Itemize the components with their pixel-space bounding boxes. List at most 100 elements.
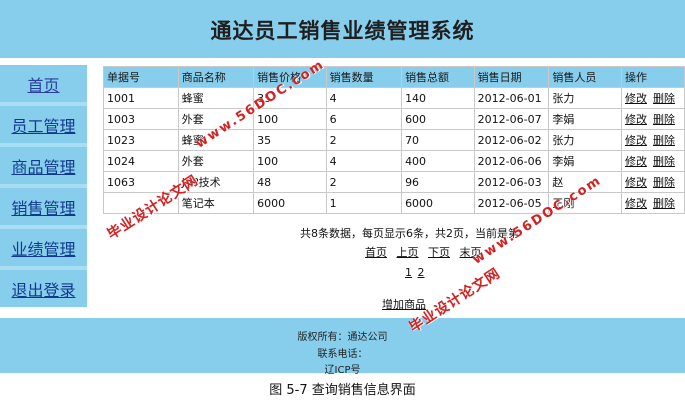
pagination-controls: 首页 上页 下页 末页 bbox=[365, 244, 488, 260]
cell-quantity: 4 bbox=[325, 150, 403, 172]
last-page-link[interactable]: 末页 bbox=[460, 246, 482, 259]
table-header-row: 单据号 商品名称 销售价格 销售数量 销售总额 销售日期 销售人员 操作 bbox=[103, 66, 685, 88]
cell-total: 96 bbox=[401, 171, 475, 193]
cell-product-name: 笔记本 bbox=[177, 192, 255, 214]
footer-contact: 联系电话： bbox=[317, 349, 368, 360]
prev-page-link[interactable]: 上页 bbox=[397, 246, 419, 259]
cell-date: 2012-06-02 bbox=[473, 129, 550, 151]
cell-price: 35 bbox=[253, 87, 327, 109]
column-header-date: 销售日期 bbox=[473, 66, 550, 88]
column-header-total: 销售总额 bbox=[401, 66, 475, 88]
cell-actions: 修改 删除 bbox=[620, 87, 685, 109]
edit-link[interactable]: 修改 bbox=[625, 197, 647, 210]
figure-caption: 图 5-7 查询销售信息界面 bbox=[269, 383, 416, 398]
column-header-actions: 操作 bbox=[620, 66, 685, 88]
cell-date: 2012-06-06 bbox=[473, 150, 550, 172]
next-page-link[interactable]: 下页 bbox=[428, 246, 450, 259]
sidebar-item-logout[interactable]: 退出登录 bbox=[0, 270, 87, 307]
cell-price: 35 bbox=[253, 129, 327, 151]
cell-total: 140 bbox=[401, 87, 475, 109]
system-title: 通达员工销售业绩管理系统 bbox=[210, 19, 475, 43]
cell-total: 6000 bbox=[401, 192, 475, 214]
edit-link[interactable]: 修改 bbox=[625, 113, 647, 126]
page-header: 通达员工销售业绩管理系统 bbox=[0, 0, 685, 58]
sidebar: 首页 员工管理 商品管理 销售管理 业绩管理 退出登录 bbox=[0, 65, 87, 307]
cell-id: 1063 bbox=[103, 171, 179, 193]
cell-quantity: 2 bbox=[325, 171, 403, 193]
cell-actions: 修改 删除 bbox=[620, 150, 685, 172]
page-number-link[interactable]: 2 bbox=[418, 266, 425, 279]
cell-price: 6000 bbox=[253, 192, 327, 214]
column-header-salesperson: 销售人员 bbox=[548, 66, 622, 88]
delete-link[interactable]: 删除 bbox=[653, 155, 675, 168]
edit-link[interactable]: 修改 bbox=[625, 176, 647, 189]
cell-id: 1024 bbox=[103, 150, 179, 172]
first-page-link[interactable]: 首页 bbox=[365, 246, 387, 259]
page-number-link[interactable]: 1 bbox=[405, 266, 412, 279]
sales-table-container: 单据号 商品名称 销售价格 销售数量 销售总额 销售日期 销售人员 操作 100… bbox=[103, 66, 685, 214]
cell-quantity: 4 bbox=[325, 87, 403, 109]
cell-salesperson: 王刚 bbox=[548, 192, 622, 214]
column-header-product-name: 商品名称 bbox=[177, 66, 255, 88]
cell-date: 2012-06-03 bbox=[473, 171, 550, 193]
cell-actions: 修改 删除 bbox=[620, 192, 685, 214]
cell-product-name: JSP技术 bbox=[177, 171, 255, 193]
cell-total: 400 bbox=[401, 150, 475, 172]
table-row: 1003 外套 100 6 600 2012-06-07 李娟 修改 删除 bbox=[103, 108, 685, 130]
sidebar-item-home[interactable]: 首页 bbox=[0, 65, 87, 102]
sidebar-item-sales-management[interactable]: 销售管理 bbox=[0, 188, 87, 225]
column-header-id: 单据号 bbox=[103, 66, 179, 88]
cell-salesperson: 张力 bbox=[548, 87, 622, 109]
cell-price: 100 bbox=[253, 108, 327, 130]
cell-product-name: 蜂蜜 bbox=[177, 129, 255, 151]
add-product-link[interactable]: 增加商品 bbox=[382, 296, 426, 312]
cell-total: 70 bbox=[401, 129, 475, 151]
cell-id: 1003 bbox=[103, 108, 179, 130]
cell-actions: 修改 删除 bbox=[620, 129, 685, 151]
delete-link[interactable]: 删除 bbox=[653, 134, 675, 147]
page-number-list: 1 2 bbox=[405, 266, 427, 279]
cell-salesperson: 张力 bbox=[548, 129, 622, 151]
cell-actions: 修改 删除 bbox=[620, 171, 685, 193]
cell-product-name: 蜂蜜 bbox=[177, 87, 255, 109]
footer-copyright: 版权所有：通达公司 bbox=[297, 332, 388, 343]
column-header-price: 销售价格 bbox=[253, 66, 327, 88]
cell-total: 600 bbox=[401, 108, 475, 130]
table-row: 1063 JSP技术 48 2 96 2012-06-03 赵 修改 删除 bbox=[103, 171, 685, 193]
sidebar-item-employee-management[interactable]: 员工管理 bbox=[0, 106, 87, 143]
delete-link[interactable]: 删除 bbox=[653, 113, 675, 126]
page-footer: 版权所有：通达公司 联系电话： 辽ICP号 bbox=[0, 318, 685, 376]
cell-salesperson: 李娟 bbox=[548, 150, 622, 172]
cell-date: 2012-06-05 bbox=[473, 192, 550, 214]
cell-date: 2012-06-07 bbox=[473, 108, 550, 130]
edit-link[interactable]: 修改 bbox=[625, 155, 647, 168]
pagination-summary: 共8条数据，每页显示6条，共2页，当前是第 bbox=[300, 227, 519, 240]
sales-table: 单据号 商品名称 销售价格 销售数量 销售总额 销售日期 销售人员 操作 100… bbox=[103, 66, 685, 214]
cell-product-name: 外套 bbox=[177, 108, 255, 130]
delete-link[interactable]: 删除 bbox=[653, 197, 675, 210]
cell-id: 1023 bbox=[103, 129, 179, 151]
cell-salesperson: 李娟 bbox=[548, 108, 622, 130]
edit-link[interactable]: 修改 bbox=[625, 92, 647, 105]
sidebar-item-product-management[interactable]: 商品管理 bbox=[0, 147, 87, 184]
cell-date: 2012-06-01 bbox=[473, 87, 550, 109]
table-row: 1001 蜂蜜 35 4 140 2012-06-01 张力 修改 删除 bbox=[103, 87, 685, 109]
cell-quantity: 1 bbox=[325, 192, 403, 214]
cell-price: 48 bbox=[253, 171, 327, 193]
cell-quantity: 6 bbox=[325, 108, 403, 130]
delete-link[interactable]: 删除 bbox=[653, 92, 675, 105]
table-row: 笔记本 6000 1 6000 2012-06-05 王刚 修改 删除 bbox=[103, 192, 685, 214]
cell-actions: 修改 删除 bbox=[620, 108, 685, 130]
cell-price: 100 bbox=[253, 150, 327, 172]
sidebar-item-performance-management[interactable]: 业绩管理 bbox=[0, 229, 87, 266]
cell-salesperson: 赵 bbox=[548, 171, 622, 193]
table-row: 1024 外套 100 4 400 2012-06-06 李娟 修改 删除 bbox=[103, 150, 685, 172]
footer-icp: 辽ICP号 bbox=[324, 365, 361, 376]
cell-id: 1001 bbox=[103, 87, 179, 109]
delete-link[interactable]: 删除 bbox=[653, 176, 675, 189]
cell-product-name: 外套 bbox=[177, 150, 255, 172]
cell-quantity: 2 bbox=[325, 129, 403, 151]
table-row: 1023 蜂蜜 35 2 70 2012-06-02 张力 修改 删除 bbox=[103, 129, 685, 151]
cell-id bbox=[103, 192, 179, 214]
edit-link[interactable]: 修改 bbox=[625, 134, 647, 147]
